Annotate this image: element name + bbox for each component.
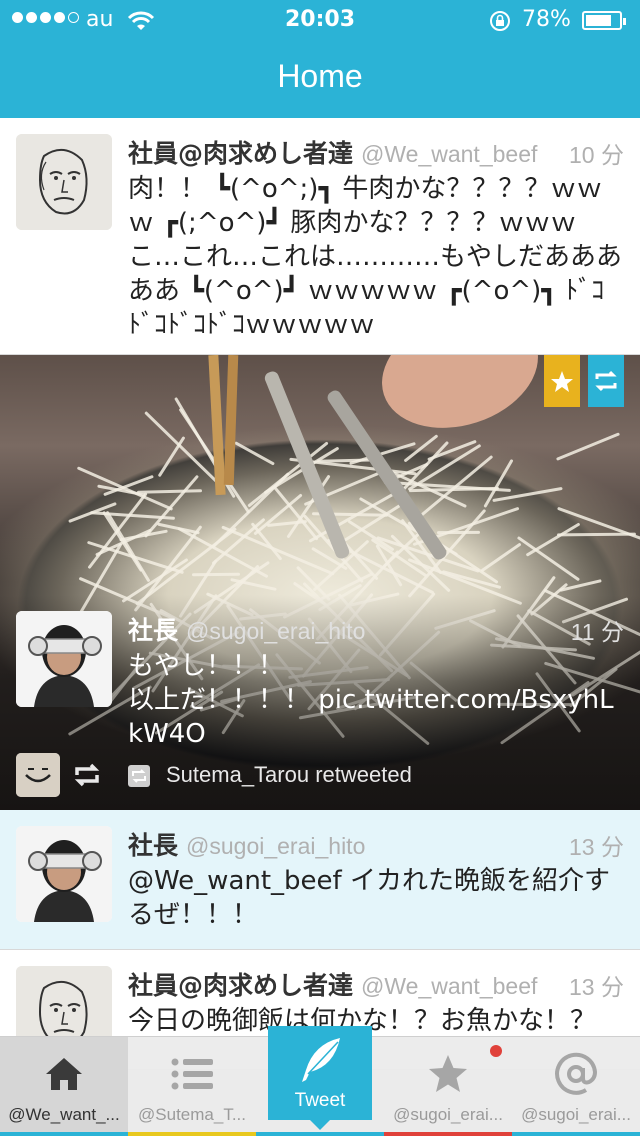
tweet-header: 社長 @sugoi_erai_hito 13 分 — [128, 826, 624, 860]
smile-face-icon — [16, 753, 60, 797]
tweet-cell[interactable]: 社長 @sugoi_erai_hito 13 分 @We_want_beef イカ… — [0, 810, 640, 950]
person-goggles-icon — [16, 826, 112, 922]
tab-accent — [0, 1132, 128, 1136]
bean-sprout — [525, 522, 581, 557]
tab-pointer — [310, 1120, 330, 1130]
tweet-cell-photo[interactable]: 社長 @sugoi_erai_hito 11 分 もやし！！！ 以上だ！！！！ p… — [0, 355, 640, 810]
bean-sprout — [157, 435, 186, 478]
avatar[interactable] — [16, 826, 112, 922]
bean-sprout — [191, 572, 241, 577]
tab-label: @sugoi_erai... — [393, 1105, 503, 1124]
display-name[interactable]: 社長 — [128, 831, 178, 860]
tweet-text: 今日の晩御飯は何かな！？お魚かな！？ — [128, 1006, 597, 1036]
display-name[interactable]: 社員@肉求めし者達 — [128, 139, 353, 168]
tab-label: @sugoi_erai... — [521, 1105, 631, 1124]
tab-accent — [128, 1132, 256, 1136]
bean-sprout — [143, 411, 223, 489]
retweeter-avatar[interactable] — [16, 753, 60, 797]
tab-lists[interactable]: @Sutema_T... — [128, 1037, 256, 1136]
screen-name[interactable]: @sugoi_erai_hito — [186, 833, 365, 859]
tweet-text: 肉！！ ┗(^o^;)┓ 牛肉かな？？？？ｗｗｗ ┏(;^o^)┛ 豚肉かな？？… — [128, 174, 623, 340]
tweet-header: 社員@肉求めし者達 @We_want_beef 10 分 — [128, 134, 624, 168]
tab-label: Tweet — [294, 1090, 346, 1111]
tweet-text: もやし！！！ 以上だ！！！！ pic.twitter.com/BsxyhLkW4… — [128, 651, 614, 749]
tab-label: @Sutema_T... — [138, 1105, 246, 1124]
feather-icon — [268, 1032, 372, 1088]
bean-sprout — [234, 441, 276, 467]
retweet-badge-icon — [128, 765, 150, 787]
bean-sprout — [480, 542, 522, 573]
face-sketch-icon — [16, 134, 112, 230]
screen-name[interactable]: @sugoi_erai_hito — [186, 618, 365, 644]
bean-sprout — [555, 432, 621, 462]
person-goggles-icon — [16, 611, 112, 707]
timestamp: 10 分 — [569, 142, 624, 168]
tweet-cell[interactable]: 社員@肉求めし者達 @We_want_beef 10 分 肉！！ ┗(^o^;)┓… — [0, 118, 640, 355]
star-icon — [384, 1051, 512, 1097]
status-bar: au 20:03 78% — [0, 0, 640, 40]
retweeted-by-label[interactable]: Sutema_Tarou retweeted — [166, 762, 412, 788]
top-bar: au 20:03 78% Home — [0, 0, 640, 118]
tweet-text: @We_want_beef イカれた晩飯を紹介するぜ！！！ — [128, 866, 610, 930]
retweet-icon — [72, 761, 102, 793]
tweet-header: 社員@肉求めし者達 @We_want_beef 13 分 — [128, 966, 624, 1000]
tweet-compose-button[interactable]: Tweet — [268, 1026, 372, 1130]
avatar[interactable] — [16, 134, 112, 230]
timestamp: 13 分 — [569, 834, 624, 860]
tab-accent — [256, 1132, 384, 1136]
page-title: Home — [277, 58, 363, 94]
battery-icon — [582, 11, 626, 30]
screen-name[interactable]: @We_want_beef — [361, 141, 537, 167]
retweet-ribbon[interactable] — [588, 355, 624, 407]
display-name[interactable]: 社員@肉求めし者達 — [128, 971, 353, 1000]
list-icon — [128, 1051, 256, 1097]
tab-home[interactable]: @We_want_... — [0, 1037, 128, 1136]
tweet-header: 社長 @sugoi_erai_hito 11 分 — [128, 611, 624, 645]
tab-accent — [512, 1132, 640, 1136]
home-icon — [0, 1051, 128, 1097]
tab-accent — [384, 1132, 512, 1136]
tab-mentions[interactable]: @sugoi_erai... — [512, 1037, 640, 1136]
mention-icon — [512, 1051, 640, 1097]
tab-label: @We_want_... — [8, 1105, 120, 1124]
battery-percent: 78% — [522, 7, 571, 32]
favorite-ribbon[interactable] — [544, 355, 580, 407]
avatar[interactable] — [16, 611, 112, 707]
tab-favorites[interactable]: @sugoi_erai... — [384, 1037, 512, 1136]
retweet-info: Sutema_Tarou retweeted — [16, 753, 624, 799]
timestamp: 11 分 — [570, 619, 624, 645]
display-name[interactable]: 社長 — [128, 616, 178, 645]
rotation-lock-icon — [488, 9, 512, 39]
bean-sprout — [137, 489, 203, 494]
notification-dot — [490, 1045, 502, 1057]
screen-name[interactable]: @We_want_beef — [361, 973, 537, 999]
timestamp: 13 分 — [569, 974, 624, 1000]
